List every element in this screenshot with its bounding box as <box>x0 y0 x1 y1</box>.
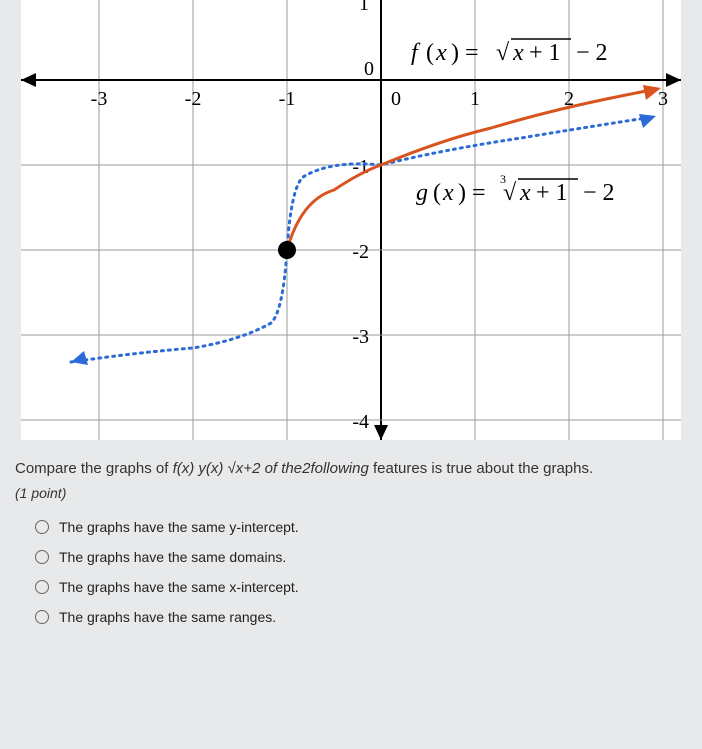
svg-text:-3: -3 <box>352 326 369 348</box>
svg-text:1: 1 <box>470 88 480 110</box>
svg-text:+ 1: + 1 <box>536 180 568 206</box>
grid <box>21 0 681 440</box>
svg-text:0: 0 <box>391 88 401 110</box>
question-section: Compare the graphs of f(x) y(x) √x+2 of … <box>0 440 702 649</box>
svg-text:0: 0 <box>364 58 374 80</box>
radio-icon[interactable] <box>35 580 49 594</box>
option-label: The graphs have the same y-intercept. <box>59 519 299 535</box>
svg-text:(: ( <box>426 40 434 66</box>
radio-icon[interactable] <box>35 520 49 534</box>
axis-arrows <box>21 73 681 440</box>
svg-text:-1: -1 <box>279 88 296 110</box>
option-row[interactable]: The graphs have the same ranges. <box>35 609 687 625</box>
option-row[interactable]: The graphs have the same y-intercept. <box>35 519 687 535</box>
prompt-prefix: Compare the graphs of <box>15 460 173 477</box>
svg-text:1: 1 <box>359 0 369 15</box>
svg-text:-4: -4 <box>352 411 369 433</box>
g-label: g ( x ) = 3 √ x + 1 − 2 <box>416 172 615 206</box>
svg-text:x: x <box>435 40 447 66</box>
svg-text:(: ( <box>433 180 441 206</box>
svg-text:√: √ <box>496 40 510 66</box>
prompt-suffix: features is true about the graphs. <box>373 460 593 477</box>
svg-text:-2: -2 <box>185 88 202 110</box>
points-label: (1 point) <box>15 485 687 501</box>
prompt-garbled: f(x) y(x) √x+2 of the2following <box>173 460 369 477</box>
svg-text:f: f <box>411 40 421 66</box>
option-label: The graphs have the same ranges. <box>59 609 276 625</box>
option-label: The graphs have the same x-intercept. <box>59 579 299 595</box>
radio-icon[interactable] <box>35 610 49 624</box>
svg-text:x: x <box>519 180 531 206</box>
option-row[interactable]: The graphs have the same x-intercept. <box>35 579 687 595</box>
graph-svg: -3 -2 -1 0 0 1 2 3 1 -1 -2 -3 -4 <box>21 0 681 440</box>
svg-text:− 2: − 2 <box>583 180 615 206</box>
svg-text:+ 1: + 1 <box>529 40 561 66</box>
question-prompt: Compare the graphs of f(x) y(x) √x+2 of … <box>15 460 687 477</box>
svg-text:) =: ) = <box>458 180 486 206</box>
svg-text:g: g <box>416 180 428 206</box>
svg-text:-2: -2 <box>352 241 369 263</box>
common-point-marker <box>278 241 296 259</box>
option-row[interactable]: The graphs have the same domains. <box>35 549 687 565</box>
options-list: The graphs have the same y-intercept. Th… <box>15 519 687 625</box>
svg-text:− 2: − 2 <box>576 40 608 66</box>
f-label: f ( x ) = √ x + 1 − 2 <box>411 39 608 66</box>
svg-text:x: x <box>442 180 454 206</box>
graph-panel: -3 -2 -1 0 0 1 2 3 1 -1 -2 -3 -4 <box>21 0 681 440</box>
svg-text:) =: ) = <box>451 40 479 66</box>
svg-text:x: x <box>512 40 524 66</box>
option-label: The graphs have the same domains. <box>59 549 286 565</box>
svg-text:√: √ <box>503 180 517 206</box>
svg-text:-3: -3 <box>91 88 108 110</box>
radio-icon[interactable] <box>35 550 49 564</box>
svg-text:3: 3 <box>658 88 668 110</box>
